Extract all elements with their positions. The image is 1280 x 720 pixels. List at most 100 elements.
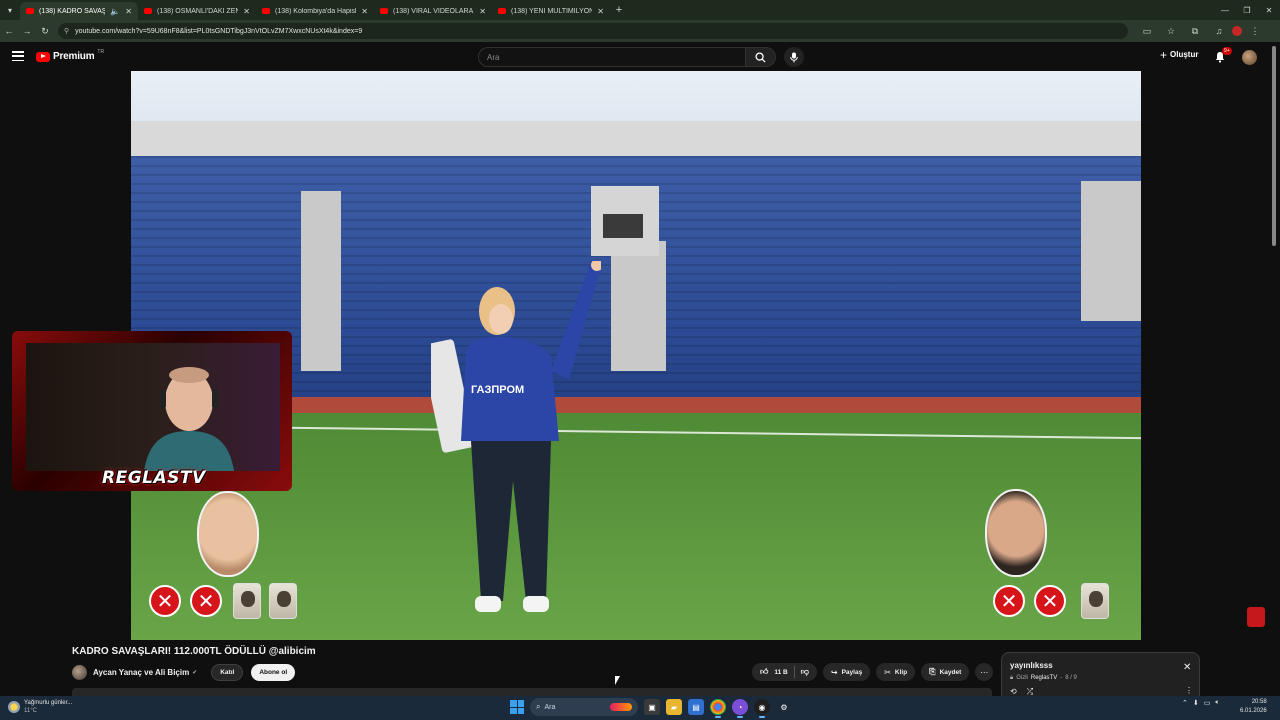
playlist-privacy: Gizli	[1016, 675, 1028, 681]
network-icon[interactable]: ▭	[1204, 699, 1211, 707]
site-info-icon[interactable]: ⚲	[64, 27, 69, 35]
clock-time: 20:58	[1251, 699, 1267, 705]
chrome-icon[interactable]	[710, 699, 726, 718]
menu-icon[interactable]	[12, 51, 24, 61]
join-button[interactable]: Katıl	[211, 663, 244, 681]
search-button[interactable]	[746, 47, 776, 67]
browser-tab-3[interactable]: (138) Kolombiya'da Hapishane ✕	[256, 2, 374, 20]
clock-date: 6.01.2026	[1240, 708, 1267, 714]
system-tray: ⌃ ⬇ ▭ 🔈︎	[1182, 699, 1220, 707]
clip-button[interactable]: ✂ Klip	[876, 663, 916, 681]
voice-search-button[interactable]	[784, 47, 804, 67]
search-box	[478, 47, 746, 67]
tray-chevron-icon[interactable]: ⌃	[1182, 699, 1188, 707]
taskbar-clock[interactable]: 20:58 6.01.2026	[1240, 698, 1267, 716]
browser-tab-2[interactable]: (138) OSMANLI'DAKİ ZENGİN ✕	[138, 2, 256, 20]
description-box[interactable]	[72, 688, 992, 696]
tab-close-icon[interactable]: ✕	[597, 7, 604, 16]
playlist-close-icon[interactable]: ✕	[1183, 662, 1191, 673]
x-mark-icon: ✕	[149, 585, 181, 617]
x-mark-icon: ✕	[1034, 585, 1066, 617]
extensions-icon[interactable]: ⧉	[1184, 20, 1206, 42]
like-count[interactable]: 11 B	[774, 669, 787, 676]
webcam-feed	[26, 343, 280, 471]
mic-icon	[790, 52, 798, 62]
taskbar-search-placeholder: Ara	[544, 703, 556, 711]
speaker-icon[interactable]: 🔈	[110, 7, 120, 16]
playlist-title[interactable]: yayınlıksss	[1010, 661, 1053, 670]
weather-icon	[8, 701, 20, 713]
save-button[interactable]: ⎘ Kaydet	[921, 663, 970, 681]
profile-icon[interactable]	[1232, 26, 1242, 36]
playlist-sep: -	[1060, 675, 1063, 681]
channel-name[interactable]: Aycan Yanaç ve Ali Biçim	[93, 668, 189, 677]
page-scrollbar[interactable]	[1272, 46, 1276, 246]
browser-menu-icon[interactable]: ⋮	[1244, 20, 1266, 42]
volume-icon[interactable]: 🔈︎	[1215, 699, 1219, 707]
youtube-favicon-icon	[26, 8, 34, 14]
channel-avatar[interactable]	[72, 664, 87, 680]
bookmark-star-icon[interactable]: ☆	[1160, 20, 1182, 42]
webcam-overlay: REGLASTV	[12, 331, 292, 491]
subscribe-watermark-icon[interactable]	[1247, 607, 1265, 627]
reload-icon[interactable]: ↻	[36, 20, 54, 42]
share-button[interactable]: ↪ Paylaş	[822, 663, 871, 681]
youtube-favicon-icon	[380, 8, 388, 14]
brand-label: Premium	[53, 51, 95, 62]
obs-icon[interactable]: ◉	[754, 699, 770, 718]
tray-app-icon[interactable]: ⬇	[1193, 699, 1199, 707]
address-bar-row: ← → ↻ ⚲ youtube.com/watch?v=59U68nF8&lis…	[0, 20, 1280, 42]
account-avatar[interactable]	[1242, 50, 1257, 65]
player-card-icon	[233, 583, 261, 619]
notifications-badge: 9+	[1222, 47, 1232, 55]
file-explorer-icon[interactable]: ▰	[666, 699, 682, 715]
weather-temp: 11°C	[24, 708, 37, 714]
subscribe-button[interactable]: Abone ol	[251, 663, 296, 681]
more-actions-icon[interactable]: ⋯	[975, 663, 994, 681]
close-window-icon[interactable]: ✕	[1258, 0, 1280, 20]
browser-tab-1[interactable]: (138) KADRO SAVAŞLARI! 1 🔈 ✕	[20, 2, 138, 20]
tab-search-icon[interactable]: ▾	[0, 0, 20, 20]
create-button[interactable]: + Oluştur	[1160, 47, 1198, 62]
tab-close-icon[interactable]: ✕	[125, 7, 132, 16]
media-controls-icon[interactable]: ♫	[1208, 20, 1230, 42]
bing-highlight-icon	[610, 703, 632, 711]
browser-tab-4[interactable]: (138) VİRAL VİDEOLARA TEPKİ ✕	[374, 2, 492, 20]
restore-icon[interactable]: ❐	[1236, 0, 1258, 20]
x-mark-icon: ✕	[190, 585, 222, 617]
jersey-text: ГАЗПРОМ	[471, 384, 524, 396]
tab-close-icon[interactable]: ✕	[361, 7, 368, 16]
minimize-icon[interactable]: —	[1214, 0, 1236, 20]
messenger-icon[interactable]: ◔	[732, 699, 748, 718]
bookmark-icon: ⎘	[929, 667, 936, 676]
video-actions: 👍︎ 11 B 👎︎ ↪ Paylaş ✂ Klip ⎘ Kaydet ⋯	[752, 662, 994, 682]
taskbar-apps: ⌕ Ara ▣ ▰ ▤ ◔ ◉ ⚙	[510, 698, 792, 718]
tab-close-icon[interactable]: ✕	[243, 7, 250, 16]
start-windows-icon[interactable]	[510, 700, 524, 714]
playlist-more-icon[interactable]: ⋮	[1185, 686, 1193, 695]
search-input[interactable]	[487, 52, 745, 62]
taskbar-search[interactable]: ⌕ Ara	[530, 698, 638, 716]
new-tab-button[interactable]: +	[610, 4, 628, 16]
forward-icon[interactable]: →	[18, 20, 36, 42]
playlist-meta: 🔒︎ Gizli ReglasTV - 8 / 9	[1010, 675, 1077, 682]
url-field[interactable]: ⚲ youtube.com/watch?v=59U68nF8&list=PL0t…	[58, 23, 1128, 39]
player-card-icon	[1081, 583, 1109, 619]
video-stairs	[1081, 181, 1141, 321]
youtube-logo[interactable]: Premium TR	[36, 49, 104, 62]
steam-icon[interactable]: ⚙	[776, 699, 792, 715]
plus-icon: +	[1160, 47, 1168, 62]
cast-icon[interactable]: ▭	[1136, 20, 1158, 42]
browser-tab-5[interactable]: (138) YENİ MULTİMİLYONER A ✕	[492, 2, 610, 20]
weather-widget[interactable]: Yağmurlu günler... 11°C	[8, 699, 72, 715]
thumbs-up-icon[interactable]: 👍︎	[760, 667, 768, 677]
thumbs-down-icon[interactable]: 👎︎	[801, 667, 809, 677]
folder-icon[interactable]: ▤	[688, 699, 704, 715]
playlist-owner[interactable]: ReglasTV	[1031, 675, 1057, 682]
task-view-icon[interactable]: ▣	[644, 699, 660, 715]
clip-label: Klip	[894, 668, 908, 676]
back-icon[interactable]: ←	[0, 20, 18, 42]
search-icon	[755, 51, 766, 63]
playlist-panel: yayınlıksss 🔒︎ Gizli ReglasTV - 8 / 9 ✕ …	[1001, 652, 1200, 700]
tab-close-icon[interactable]: ✕	[479, 7, 486, 16]
